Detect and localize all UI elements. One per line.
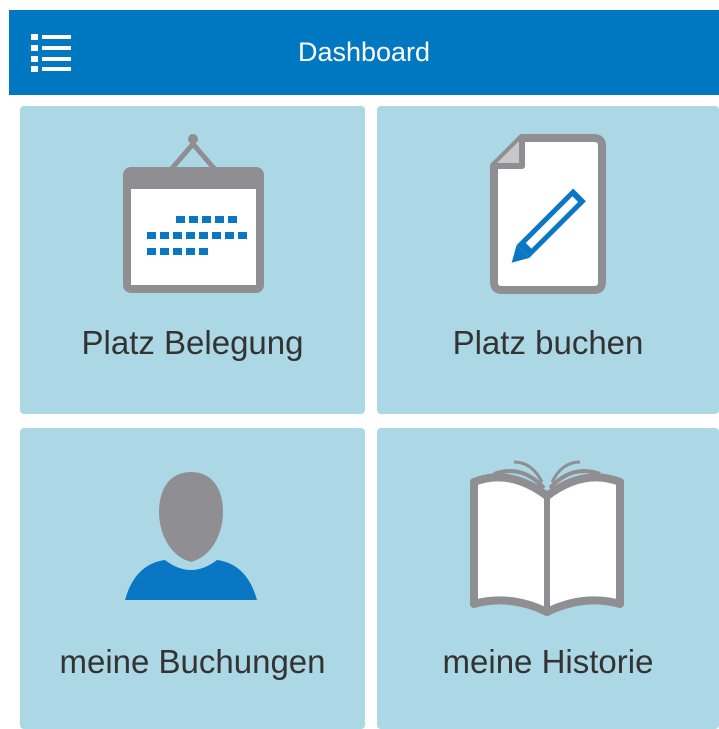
document-pencil-icon (490, 134, 606, 294)
page-title: Dashboard (297, 37, 431, 67)
top-bar: Dashboard (9, 10, 719, 95)
tile-platz-buchen[interactable]: Platz buchen (377, 106, 719, 414)
calendar-icon (123, 134, 264, 293)
tile-platz-belegung[interactable]: Platz Belegung (20, 106, 365, 414)
tile-meine-buchungen[interactable]: meine Buchungen (20, 428, 365, 729)
tile-label: Platz Belegung (81, 324, 304, 361)
open-book-icon (470, 460, 624, 616)
tile-meine-historie[interactable]: meine Historie (377, 428, 719, 729)
tile-label: Platz buchen (452, 324, 644, 361)
tile-label: meine Buchungen (59, 643, 326, 680)
user-icon (125, 472, 257, 600)
tile-label: meine Historie (442, 643, 654, 680)
